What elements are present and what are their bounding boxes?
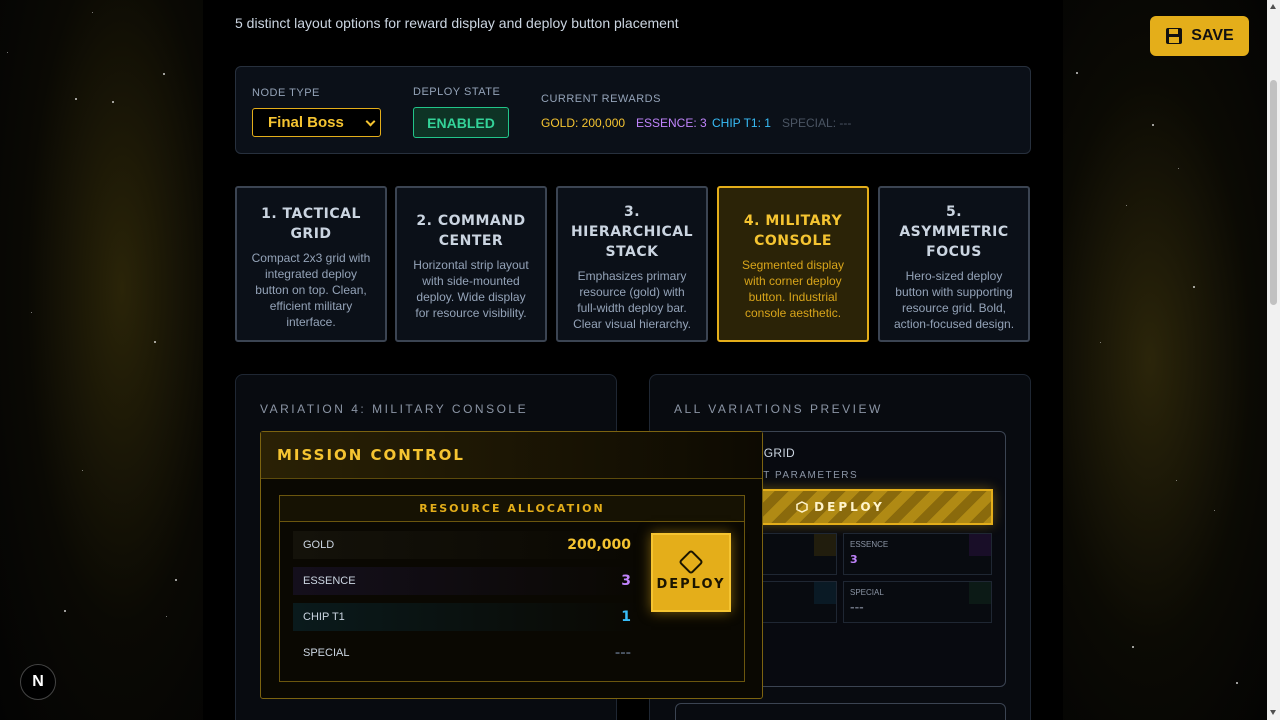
variation-title: 5. ASYMMETRIC FOCUS xyxy=(899,204,1009,260)
scroll-down-arrow-icon[interactable] xyxy=(1270,710,1276,715)
variation-title: 3. HIERARCHICAL STACK xyxy=(570,204,694,260)
resource-allocation-title: RESOURCE ALLOCATION xyxy=(280,496,744,522)
star xyxy=(112,101,114,103)
node-type-label: NODE TYPE xyxy=(252,87,320,99)
cell-value: --- xyxy=(850,601,864,614)
hexagon-icon xyxy=(678,549,704,575)
preview-deploy-label: DEPLOY xyxy=(814,500,885,514)
variation-title: 1. TACTICAL GRID xyxy=(261,206,361,242)
panel-title: ALL VARIATIONS PREVIEW xyxy=(674,402,883,416)
star xyxy=(31,312,32,313)
star xyxy=(1176,480,1177,481)
reward-gold: GOLD: 200,000 xyxy=(541,116,626,130)
variation-desc: Compact 2x3 grid with integrated deploy … xyxy=(251,251,371,329)
preview-cell-essence: ESSENCE 3 xyxy=(843,533,992,575)
cell-accent xyxy=(969,582,991,604)
background-right xyxy=(1063,0,1280,720)
node-type-select[interactable]: Final Boss xyxy=(252,108,381,137)
resource-value: 1 xyxy=(621,609,631,625)
current-rewards-label: CURRENT REWARDS xyxy=(541,93,661,105)
deploy-state-toggle[interactable]: ENABLED xyxy=(413,107,509,138)
variation-desc: Hero-sized deploy button with supporting… xyxy=(893,269,1015,331)
resource-row-special: SPECIAL --- xyxy=(293,639,641,667)
star xyxy=(175,579,177,581)
reward-essence: ESSENCE: 3 xyxy=(636,116,707,130)
controls-panel: NODE TYPE Final Boss DEPLOY STATE ENABLE… xyxy=(235,66,1031,154)
star xyxy=(1236,682,1238,684)
scrollbar[interactable] xyxy=(1267,0,1280,720)
resource-value: 3 xyxy=(621,573,631,589)
variation-desc: Horizontal strip layout with side-mounte… xyxy=(413,258,529,320)
resource-label: GOLD xyxy=(303,539,335,551)
node-type-value: Final Boss xyxy=(268,114,344,131)
page-subtitle: 5 distinct layout options for reward dis… xyxy=(235,15,679,31)
floppy-disk-icon xyxy=(1166,28,1183,44)
panel-title: VARIATION 4: MILITARY CONSOLE xyxy=(260,402,529,416)
star xyxy=(163,73,165,75)
cell-label: SPECIAL xyxy=(850,588,884,597)
star xyxy=(1100,342,1101,343)
cell-accent xyxy=(969,534,991,556)
star xyxy=(7,52,8,53)
resource-value: 200,000 xyxy=(567,537,631,553)
cell-value: 3 xyxy=(850,553,858,566)
nextjs-badge[interactable]: N xyxy=(20,664,56,700)
scroll-up-arrow-icon[interactable] xyxy=(1270,4,1276,9)
variation-title: 2. COMMAND CENTER xyxy=(416,213,526,249)
variation-card-3[interactable]: 3. HIERARCHICAL STACK Emphasizes primary… xyxy=(556,186,708,342)
star xyxy=(166,616,167,617)
variation-card-1[interactable]: 1. TACTICAL GRID Compact 2x3 grid with i… xyxy=(235,186,387,342)
deploy-label: DEPLOY xyxy=(656,577,726,592)
cell-accent xyxy=(814,582,836,604)
star xyxy=(64,610,66,612)
star xyxy=(154,341,156,343)
variation-card-5[interactable]: 5. ASYMMETRIC FOCUS Hero-sized deploy bu… xyxy=(878,186,1030,342)
cell-accent xyxy=(814,534,836,556)
variation-desc: Emphasizes primary resource (gold) with … xyxy=(573,269,691,331)
star xyxy=(1132,646,1134,648)
resource-label: SPECIAL xyxy=(303,647,350,659)
variation-desc: Segmented display with corner deploy but… xyxy=(741,258,845,320)
star xyxy=(1178,168,1179,169)
reward-special: SPECIAL: --- xyxy=(782,116,852,130)
resource-row-gold: GOLD 200,000 xyxy=(293,531,641,559)
preview-card-next xyxy=(675,703,1006,720)
star xyxy=(92,12,93,13)
star xyxy=(1193,286,1195,288)
deploy-button[interactable]: DEPLOY xyxy=(651,533,731,612)
reward-chip: CHIP T1: 1 xyxy=(712,116,771,130)
resource-value: --- xyxy=(614,645,631,661)
star xyxy=(82,470,83,471)
variation-card-4[interactable]: 4. MILITARY CONSOLE Segmented display wi… xyxy=(717,186,869,342)
resource-label: CHIP T1 xyxy=(303,611,345,623)
star xyxy=(1214,510,1215,511)
star xyxy=(1126,205,1127,206)
variation-title: 4. MILITARY CONSOLE xyxy=(743,213,843,249)
star xyxy=(1076,72,1078,74)
save-button[interactable]: SAVE xyxy=(1150,16,1249,56)
resource-label: ESSENCE xyxy=(303,575,356,587)
deploy-state-label: DEPLOY STATE xyxy=(413,86,501,98)
save-label: SAVE xyxy=(1191,27,1234,44)
resource-row-chip: CHIP T1 1 xyxy=(293,603,641,631)
scroll-thumb[interactable] xyxy=(1270,80,1277,305)
resource-row-essence: ESSENCE 3 xyxy=(293,567,641,595)
background-left xyxy=(0,0,203,720)
star xyxy=(1152,124,1154,126)
cell-label: ESSENCE xyxy=(850,540,889,549)
preview-cell-special: SPECIAL --- xyxy=(843,581,992,623)
variation-card-2[interactable]: 2. COMMAND CENTER Horizontal strip layou… xyxy=(395,186,547,342)
chevron-down-icon xyxy=(365,116,376,127)
star xyxy=(75,98,77,100)
mission-title: MISSION CONTROL xyxy=(261,432,762,479)
hexagon-icon xyxy=(796,501,808,513)
